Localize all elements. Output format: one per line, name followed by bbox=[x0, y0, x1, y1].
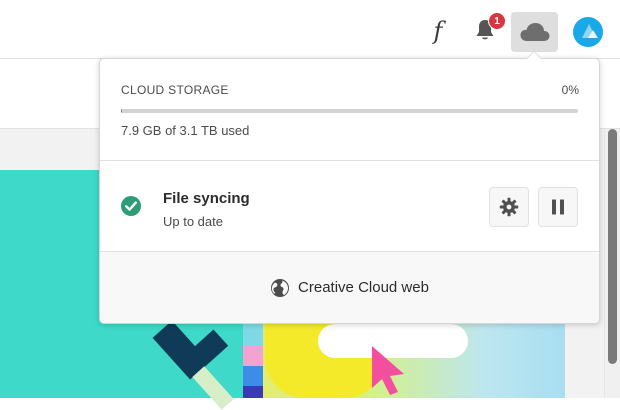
fonts-button[interactable]: f bbox=[425, 16, 451, 46]
artwork-stripe bbox=[243, 324, 263, 346]
storage-progress-bar bbox=[121, 109, 578, 113]
sync-settings-button[interactable] bbox=[489, 187, 529, 227]
cloud-icon bbox=[520, 23, 549, 41]
scrollbar[interactable] bbox=[604, 129, 620, 398]
creative-cloud-web-link[interactable]: Creative Cloud web bbox=[100, 252, 599, 323]
globe-icon bbox=[271, 278, 290, 297]
sync-title: File syncing bbox=[163, 190, 250, 207]
artwork-stripe bbox=[243, 366, 263, 386]
scrollbar-thumb[interactable] bbox=[608, 129, 617, 364]
storage-percent: 0% bbox=[561, 83, 579, 97]
storage-heading: CLOUD STORAGE bbox=[121, 83, 229, 97]
footer-link-label: Creative Cloud web bbox=[298, 279, 429, 296]
cursor-arrow-icon bbox=[368, 344, 408, 401]
sync-status: Up to date bbox=[163, 214, 223, 229]
cloud-storage-button[interactable] bbox=[511, 12, 558, 52]
popover-arrow-fill bbox=[527, 52, 541, 59]
fonts-icon: f bbox=[433, 17, 443, 45]
artwork-stripe bbox=[243, 346, 263, 366]
avatar-image bbox=[573, 17, 603, 47]
pause-icon bbox=[552, 199, 564, 215]
avatar[interactable] bbox=[572, 16, 604, 48]
gear-icon bbox=[499, 197, 519, 217]
file-syncing-row: File syncing Up to date bbox=[100, 161, 599, 251]
storage-used-label: 7.9 GB of 3.1 TB used bbox=[121, 123, 250, 138]
artwork-stripe bbox=[243, 386, 263, 398]
storage-progress-fill bbox=[121, 109, 123, 113]
notification-badge: 1 bbox=[488, 12, 506, 30]
check-circle-icon bbox=[121, 196, 141, 216]
pause-sync-button[interactable] bbox=[538, 187, 578, 227]
cloud-storage-popover: CLOUD STORAGE 0% 7.9 GB of 3.1 TB used F… bbox=[99, 58, 600, 324]
